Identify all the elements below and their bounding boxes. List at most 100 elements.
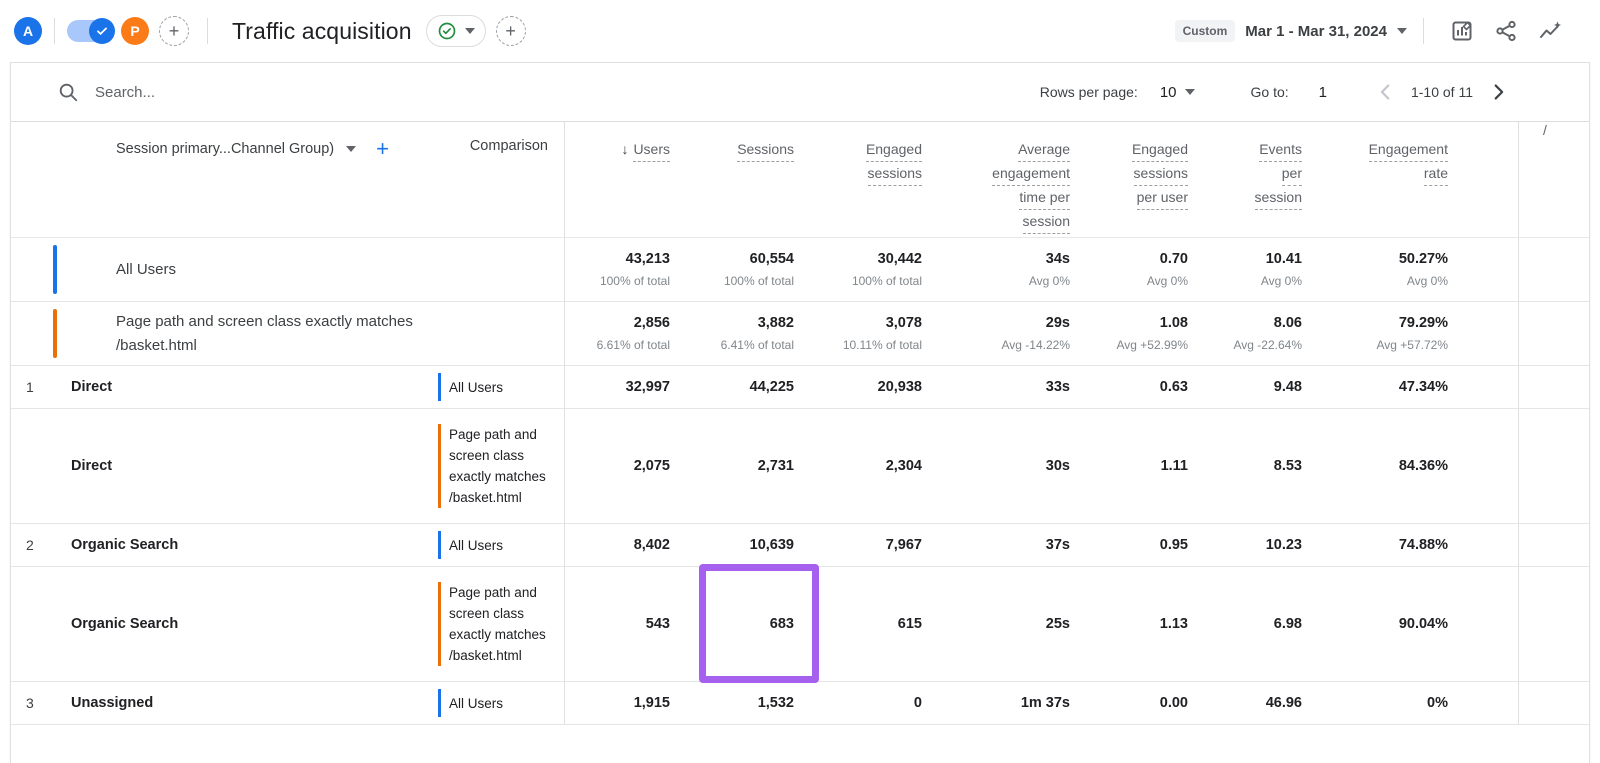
metric-value: 8.53 — [1274, 456, 1302, 476]
metric-value: 1.11 — [1161, 456, 1188, 476]
date-chevron-down-icon[interactable] — [1397, 28, 1407, 34]
comparison-toggle[interactable] — [67, 20, 113, 42]
page-title: Traffic acquisition — [232, 18, 412, 45]
column-header-line: Engagement — [1302, 138, 1448, 162]
metric-value: 0% — [1427, 693, 1448, 713]
metric-value: 0.00 — [1160, 693, 1188, 713]
row-index: 2 — [11, 537, 71, 553]
metric-value: 2,304 — [886, 456, 922, 476]
metric-cell-sessions: 1,532 — [670, 682, 794, 724]
customize-report-icon[interactable] — [1450, 19, 1474, 43]
column-header-events-per-session[interactable]: Eventspersession — [1188, 122, 1302, 237]
metric-value: 2,075 — [634, 456, 670, 476]
metric-cell-engaged-sessions: 2,304 — [794, 409, 922, 523]
metric-cell-engagement-rate: 79.29%Avg +57.72% — [1302, 302, 1448, 365]
column-header-line: Engaged — [794, 138, 922, 162]
metric-value: 43,213 — [626, 249, 670, 269]
metric-cell-engagement-rate: 0% — [1302, 682, 1448, 724]
rows-per-page-value[interactable]: 10 — [1160, 84, 1177, 101]
metric-value: 33s — [1046, 377, 1070, 397]
column-header-line: session — [1188, 186, 1302, 210]
avatar-p[interactable]: P — [121, 17, 149, 45]
row-index: 3 — [11, 695, 71, 711]
dimension-dropdown[interactable]: Session primary...Channel Group) + — [116, 138, 389, 160]
goto-page-input[interactable]: 1 — [1319, 84, 1327, 101]
metric-cell-engaged-sessions: 0 — [794, 682, 922, 724]
dimension-chevron-icon — [346, 146, 356, 152]
metric-value: 74.88% — [1399, 535, 1448, 555]
metric-cell-events-per-session: 46.96 — [1188, 682, 1302, 724]
clipped-next-column: / — [1519, 122, 1600, 237]
column-header-avg-engagement-time[interactable]: Averageengagementtime persession — [922, 122, 1070, 237]
header-text: Engaged — [1132, 138, 1188, 162]
add-comparison-button[interactable]: + — [159, 16, 189, 46]
metric-cell-users: 2,075 — [565, 409, 670, 523]
metric-cell-engaged-sessions: 20,938 — [794, 366, 922, 408]
metric-value: 32,997 — [626, 377, 670, 397]
metric-cell-engagement-rate: 74.88% — [1302, 524, 1448, 566]
metric-subvalue: Avg 0% — [1029, 272, 1070, 291]
metric-value: 29s — [1046, 313, 1070, 333]
column-header-line: per — [1188, 162, 1302, 186]
rows-per-page-chevron-icon[interactable] — [1185, 89, 1195, 95]
channel-name: Organic Search — [71, 537, 178, 553]
metric-value: 25s — [1046, 614, 1070, 634]
metric-cell-events-per-session: 6.98 — [1188, 567, 1302, 681]
date-range[interactable]: Mar 1 - Mar 31, 2024 — [1245, 23, 1387, 40]
table-toolbar: Rows per page: 10 Go to: 1 1-10 of 11 — [11, 63, 1589, 122]
prev-page-icon[interactable] — [1375, 81, 1397, 103]
metric-cell-users: 2,8566.61% of total — [565, 302, 670, 365]
metric-value: 3,078 — [886, 313, 922, 333]
metric-cell-avg-engagement-time: 33s — [922, 366, 1070, 408]
column-header-engaged-sessions-per-user[interactable]: Engagedsessionsper user — [1070, 122, 1188, 237]
metric-cell-sessions: 10,639 — [670, 524, 794, 566]
metric-value: 1,915 — [634, 693, 670, 713]
column-header-line: ↓Users — [565, 138, 670, 162]
metric-cell-engagement-rate: 50.27%Avg 0% — [1302, 238, 1448, 301]
table-row: Organic SearchPage path and screen class… — [11, 567, 1589, 682]
dimension-header-cell: Session primary...Channel Group) + — [11, 122, 438, 237]
metric-value: 10.23 — [1266, 535, 1302, 555]
add-report-button[interactable]: + — [496, 16, 526, 46]
metric-subvalue: Avg +52.99% — [1116, 336, 1188, 355]
column-gap — [1448, 122, 1519, 237]
metric-cell-engagement-rate: 47.34% — [1302, 366, 1448, 408]
metric-cell-events-per-session: 10.23 — [1188, 524, 1302, 566]
header-text: Events — [1259, 138, 1302, 162]
table-row: 3UnassignedAll Users1,9151,53201m 37s0.0… — [11, 682, 1589, 725]
row-metrics: 8,40210,6397,96737s0.9510.2374.88% — [564, 524, 1600, 566]
insights-icon[interactable] — [1538, 19, 1562, 43]
share-icon[interactable] — [1494, 19, 1518, 43]
header-text: Users — [633, 138, 670, 162]
metric-subvalue: 6.41% of total — [721, 336, 794, 355]
metric-value: 9.48 — [1274, 377, 1302, 397]
metric-value: 20,938 — [878, 377, 922, 397]
clipped-next-column — [1519, 302, 1600, 365]
divider — [1423, 18, 1424, 44]
metric-subvalue: Avg -22.64% — [1234, 336, 1303, 355]
metric-value: 34s — [1046, 249, 1070, 269]
add-dimension-button[interactable]: + — [376, 138, 389, 160]
next-page-icon[interactable] — [1487, 81, 1509, 103]
report-status-pill[interactable] — [426, 15, 486, 47]
metric-subvalue: 10.11% of total — [843, 336, 922, 355]
metric-subvalue: Avg 0% — [1261, 272, 1302, 291]
metric-cell-users: 43,213100% of total — [565, 238, 670, 301]
header-text: Engagement — [1369, 138, 1448, 162]
metric-value: 1.08 — [1160, 313, 1188, 333]
search-input[interactable] — [93, 83, 397, 102]
summary-label-cell: Page path and screen class exactly match… — [11, 302, 438, 365]
column-header-engagement-rate[interactable]: Engagementrate — [1302, 122, 1448, 237]
summary-label: Page path and screen class exactly match… — [116, 310, 438, 358]
highlight-box — [699, 564, 819, 683]
metric-value: 1,532 — [758, 693, 794, 713]
comparison-label: All Users — [438, 373, 503, 401]
header-text: sessions — [1134, 162, 1188, 186]
column-header-users[interactable]: ↓Users — [565, 122, 670, 237]
column-header-engaged-sessions[interactable]: Engagedsessions — [794, 122, 922, 237]
column-header-sessions[interactable]: Sessions — [670, 122, 794, 237]
header-text: engagement — [992, 162, 1070, 186]
summary-label: All Users — [116, 258, 176, 282]
search-icon[interactable] — [57, 81, 79, 103]
avatar-a[interactable]: A — [14, 17, 42, 45]
